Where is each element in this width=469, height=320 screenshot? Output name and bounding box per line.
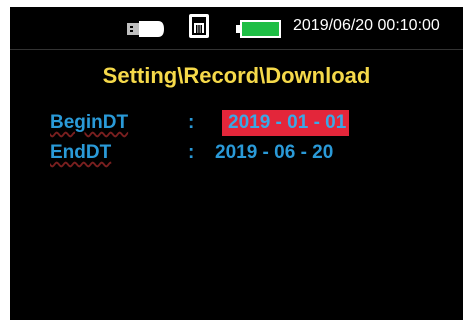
begin-dt-row[interactable]: BeginDT : 2019 - 01 - 01 bbox=[10, 110, 463, 136]
end-dt-separator: : bbox=[188, 142, 195, 163]
begin-dt-label: BeginDT bbox=[50, 112, 129, 133]
status-divider bbox=[10, 49, 463, 50]
begin-dt-separator: : bbox=[188, 112, 195, 133]
device-screen: 2019/06/20 00:10:00 Setting\Record\Downl… bbox=[10, 7, 463, 320]
usb-drive-icon bbox=[127, 21, 164, 37]
page-title: Setting\Record\Download bbox=[102, 63, 371, 88]
end-dt-row[interactable]: EndDT : 2019 - 06 - 20 bbox=[10, 140, 463, 166]
battery-icon bbox=[236, 20, 281, 38]
status-datetime: 2019/06/20 00:10:00 bbox=[293, 17, 440, 34]
status-bar: 2019/06/20 00:10:00 bbox=[10, 7, 463, 49]
end-dt-value[interactable]: 2019 - 06 - 20 bbox=[215, 140, 333, 166]
begin-dt-value[interactable]: 2019 - 01 - 01 bbox=[222, 110, 350, 136]
end-dt-label: EndDT bbox=[50, 142, 112, 163]
sim-card-icon bbox=[189, 14, 209, 38]
